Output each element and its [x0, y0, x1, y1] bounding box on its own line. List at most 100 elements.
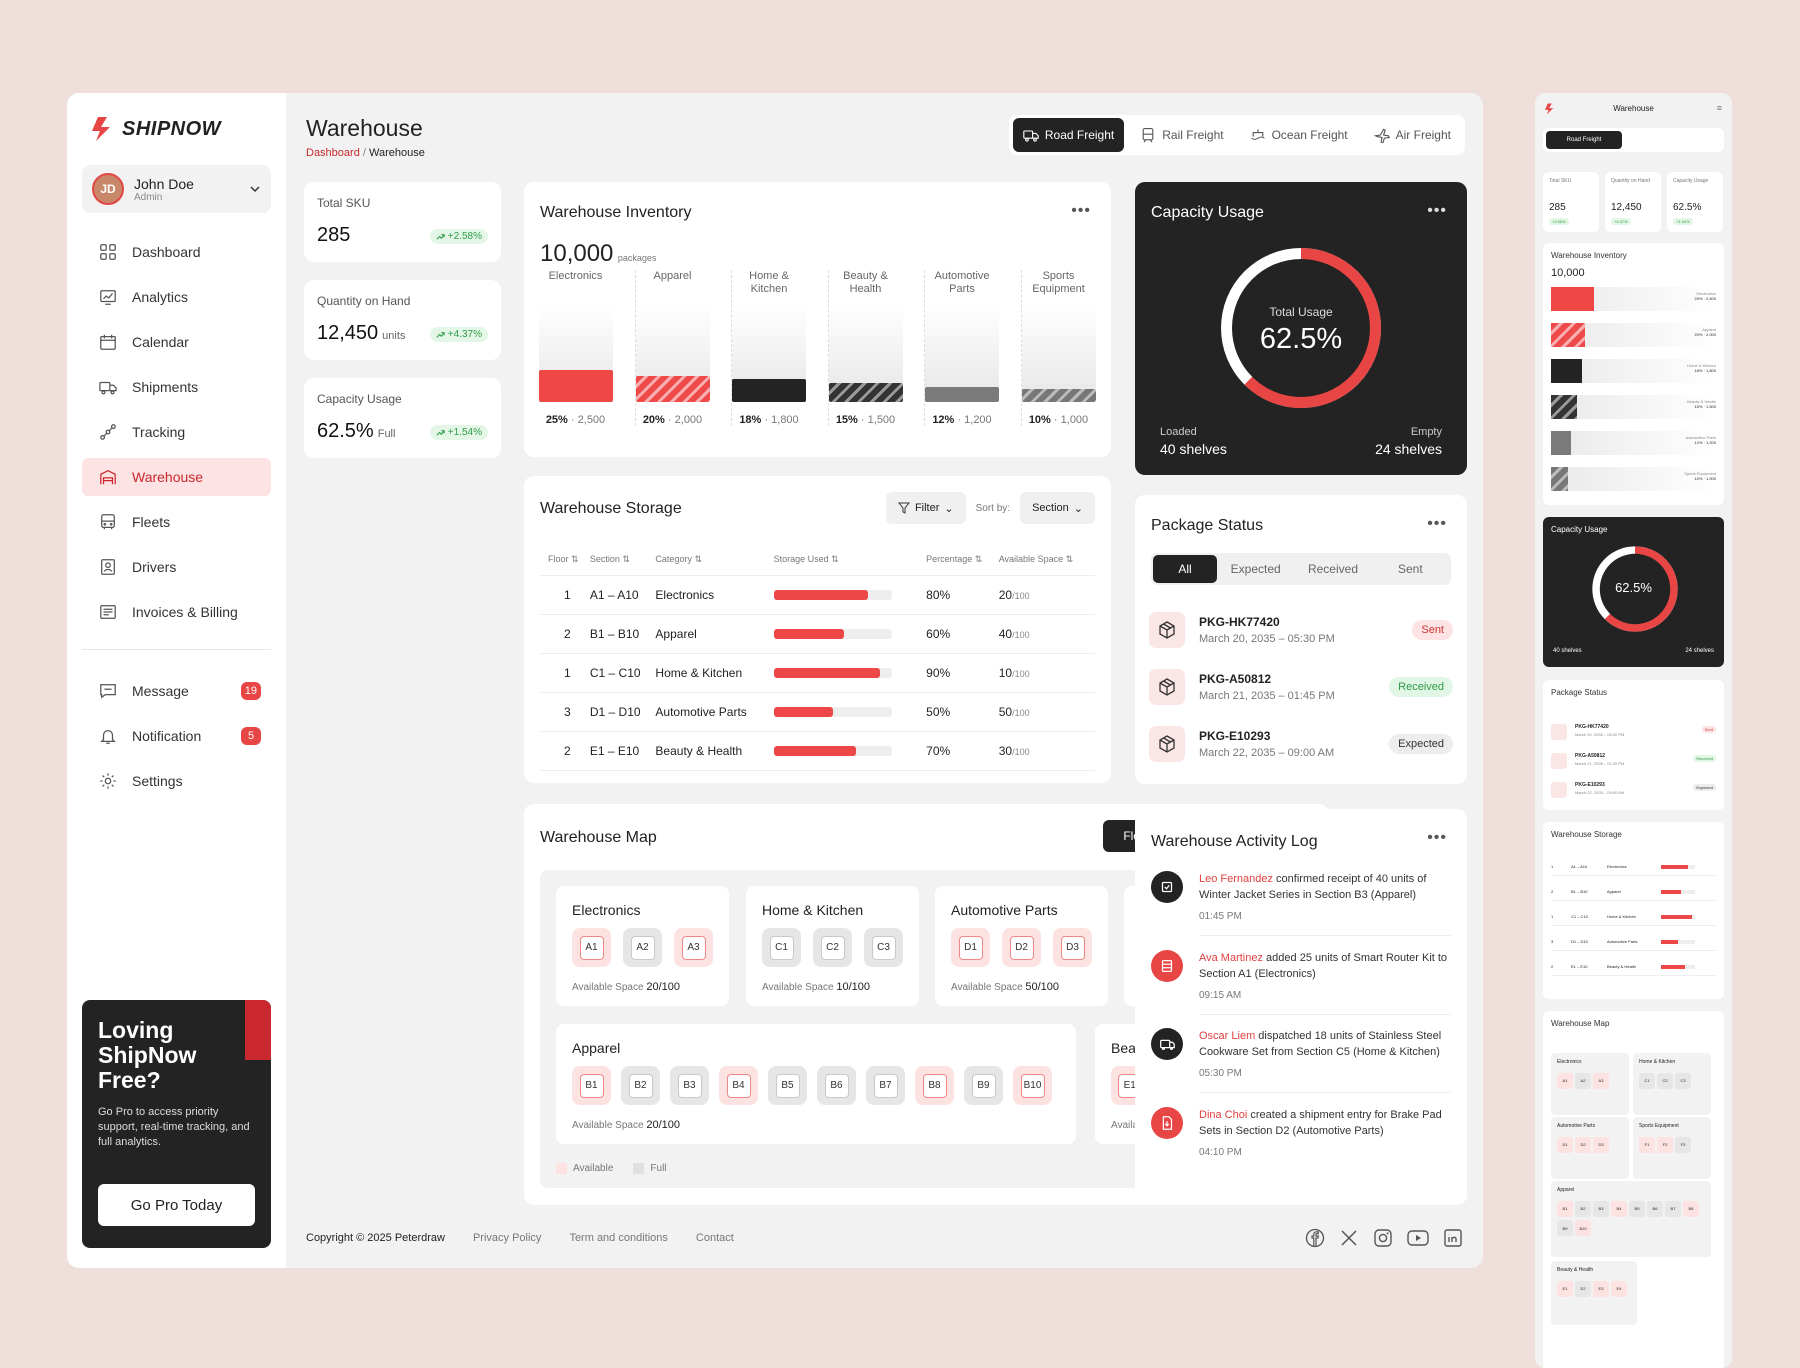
tab-sent[interactable]: Sent — [1372, 555, 1449, 583]
go-pro-button[interactable]: Go Pro Today — [98, 1184, 255, 1226]
tab-air-freight[interactable]: Air Freight — [1364, 118, 1461, 152]
shelf-slot[interactable]: B1 — [572, 1066, 611, 1105]
sidebar-item-settings[interactable]: Settings — [82, 762, 271, 800]
mobile-table-row[interactable]: 1 C1 – C10 Home & Kitchen — [1551, 908, 1716, 926]
boxes-icon — [1161, 959, 1173, 973]
facebook-icon[interactable] — [1305, 1228, 1325, 1248]
activity-user[interactable]: Dina Choi — [1199, 1109, 1247, 1121]
column-header[interactable]: Percentage ⇅ — [926, 545, 999, 576]
tab-ocean-freight[interactable]: Ocean Freight — [1240, 118, 1358, 152]
sidebar-item-message[interactable]: Message 19 — [82, 672, 271, 710]
inventory-bar — [828, 383, 903, 402]
user-menu[interactable]: JD John Doe Admin — [82, 165, 271, 213]
shelf-slot[interactable]: C1 — [762, 928, 801, 967]
shipnow-logo-icon — [92, 117, 110, 141]
column-header[interactable]: Storage Used ⇅ — [773, 545, 927, 576]
activity-user[interactable]: Ava Martinez — [1199, 952, 1263, 964]
shelf-slot[interactable]: B8 — [915, 1066, 954, 1105]
youtube-icon[interactable] — [1407, 1228, 1429, 1248]
brand-logo[interactable]: SHIPNOW — [92, 117, 271, 141]
sidebar-item-analytics[interactable]: Analytics — [82, 278, 271, 316]
sidebar-item-tracking[interactable]: Tracking — [82, 413, 271, 451]
mobile-table-row[interactable]: 2 B1 – B10 Apparel — [1551, 883, 1716, 901]
table-row[interactable]: 2 E1 – E10 Beauty & Health 70% 30/100 — [540, 731, 1095, 771]
tab-road-freight[interactable]: Road Freight — [1012, 118, 1125, 152]
table-row[interactable]: 2 B1 – B10 Apparel 60% 40/100 — [540, 614, 1095, 654]
mobile-table-row[interactable]: 2 E1 – E10 Beauty & Health — [1551, 958, 1716, 976]
shelf-slot[interactable]: A2 — [623, 928, 662, 967]
mobile-table-row[interactable]: 1 A1 – A10 Electronics — [1551, 858, 1716, 876]
table-row[interactable]: 3 D1 – D10 Automotive Parts 50% 50/100 — [540, 692, 1095, 732]
bus-icon — [98, 512, 118, 532]
activity-user[interactable]: Leo Fernandez — [1199, 873, 1273, 885]
shelf-slot[interactable]: D1 — [951, 928, 990, 967]
sidebar-item-drivers[interactable]: Drivers — [82, 548, 271, 586]
inventory-category: Beauty & Health — [843, 270, 888, 295]
shelf-slot[interactable]: B7 — [866, 1066, 905, 1105]
shelf-slot[interactable]: B2 — [621, 1066, 660, 1105]
user-role: Admin — [134, 191, 163, 203]
mobile-road-freight-tab[interactable]: Road Freight — [1546, 131, 1622, 149]
sidebar-item-shipments[interactable]: Shipments — [82, 368, 271, 406]
shelf-slot[interactable]: D3 — [1053, 928, 1092, 967]
mobile-package-item[interactable]: PKG-A50812 March 21, 2035 – 01:45 PM Recei… — [1551, 751, 1716, 773]
tab-expected[interactable]: Expected — [1217, 555, 1294, 583]
sidebar-item-warehouse[interactable]: Warehouse — [82, 458, 271, 496]
shipnow-logo-icon — [1545, 103, 1554, 115]
table-row[interactable]: 1 A1 – A10 Electronics 80% 20/100 — [540, 575, 1095, 615]
sort-select[interactable]: Section ⌄ — [1020, 492, 1095, 524]
mobile-zone: Electronics A1 A2 A3 — [1551, 1053, 1629, 1115]
sidebar-item-calendar[interactable]: Calendar — [82, 323, 271, 361]
shelf-slot[interactable]: B6 — [817, 1066, 856, 1105]
shelf-slot[interactable]: B10 — [1013, 1066, 1052, 1105]
tab-received[interactable]: Received — [1294, 555, 1371, 583]
column-header[interactable]: Floor ⇅ — [540, 545, 590, 576]
mobile-table-row[interactable]: 3 D1 – D10 Automotive Parts — [1551, 933, 1716, 951]
sidebar-item-dashboard[interactable]: Dashboard — [82, 233, 271, 271]
contact-link[interactable]: Contact — [696, 1232, 734, 1244]
linkedin-icon[interactable] — [1443, 1228, 1463, 1248]
sidebar-item-notification[interactable]: Notification 5 — [82, 717, 271, 755]
package-item[interactable]: PKG-HK77420 March 20, 2035 – 05:30 PM Sent — [1149, 605, 1453, 655]
x-twitter-icon[interactable] — [1339, 1228, 1359, 1248]
mobile-package-item[interactable]: PKG-HK77420 March 20, 2035 – 05:30 PM Sent — [1551, 722, 1716, 744]
terms-link[interactable]: Term and conditions — [569, 1232, 667, 1244]
tab-rail-freight[interactable]: Rail Freight — [1130, 118, 1233, 152]
more-options-icon[interactable]: ••• — [1427, 829, 1447, 847]
hamburger-icon[interactable]: ≡ — [1717, 103, 1722, 113]
filter-button[interactable]: Filter ⌄ — [885, 492, 966, 524]
shelf-slot[interactable]: B9 — [964, 1066, 1003, 1105]
sidebar-item-invoices-billing[interactable]: Invoices & Billing — [82, 593, 271, 631]
shelf-slot[interactable]: A3 — [674, 928, 713, 967]
breadcrumb-root[interactable]: Dashboard — [306, 147, 360, 159]
sidebar-item-fleets[interactable]: Fleets — [82, 503, 271, 541]
table-row[interactable]: 1 C1 – C10 Home & Kitchen 90% 10/100 — [540, 653, 1095, 693]
column-header[interactable]: Category ⇅ — [655, 545, 774, 576]
package-item[interactable]: PKG-E10293 March 22, 2035 – 09:00 AM Expec… — [1149, 719, 1453, 769]
mobile-map-card: Warehouse Map Electronics A1 A2 A3 Home & Ki… — [1543, 1011, 1724, 1368]
activity-user[interactable]: Oscar Liem — [1199, 1030, 1255, 1042]
dashboard-icon — [98, 242, 118, 262]
more-options-icon[interactable]: ••• — [1071, 202, 1091, 220]
shelf-slot[interactable]: B3 — [670, 1066, 709, 1105]
package-icon — [1159, 621, 1175, 639]
mobile-package-item[interactable]: PKG-E10293 March 22, 2035 – 09:00 AM Expec… — [1551, 780, 1716, 802]
inventory-bar-track — [828, 304, 903, 402]
more-options-icon[interactable]: ••• — [1427, 202, 1447, 220]
shelf-slot[interactable]: B5 — [768, 1066, 807, 1105]
package-item[interactable]: PKG-A50812 March 21, 2035 – 01:45 PM Recei… — [1149, 662, 1453, 712]
shelf-slot[interactable]: D2 — [1002, 928, 1041, 967]
shelf-slot[interactable]: C2 — [813, 928, 852, 967]
instagram-icon[interactable] — [1373, 1228, 1393, 1248]
inventory-bar — [925, 387, 999, 402]
shelf-slot[interactable]: C3 — [864, 928, 903, 967]
tab-all[interactable]: All — [1153, 555, 1217, 583]
privacy-link[interactable]: Privacy Policy — [473, 1232, 541, 1244]
more-options-icon[interactable]: ••• — [1427, 515, 1447, 533]
mobile-inventory-row: Electronics 25% · 2,500 — [1551, 287, 1716, 311]
shelf-slot[interactable]: B4 — [719, 1066, 758, 1105]
shelf-slot[interactable]: A1 — [572, 928, 611, 967]
column-header[interactable]: Available Space ⇅ — [998, 545, 1095, 576]
promo-text: Go Pro to access priority support, real-… — [98, 1106, 250, 1148]
column-header[interactable]: Section ⇅ — [589, 545, 656, 576]
